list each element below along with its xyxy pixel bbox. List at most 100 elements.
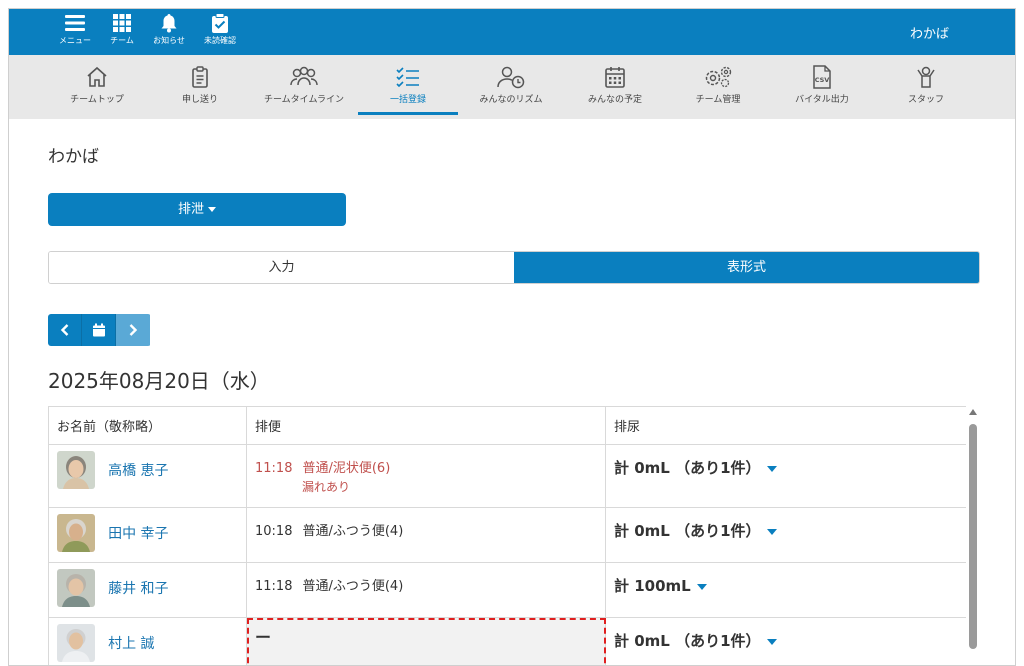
hamburger-icon xyxy=(65,15,85,31)
tab-table-view[interactable]: 表形式 xyxy=(514,252,979,283)
urine-total-dropdown[interactable]: 計 0mL （あり1件） xyxy=(605,444,966,508)
urine-total: 計 100mL xyxy=(614,577,691,595)
stool-record: 普通/ふつう便(4) xyxy=(302,579,404,594)
nav-label: 申し送り xyxy=(181,95,218,105)
resident-name-link[interactable]: 田中 幸子 xyxy=(108,523,168,543)
stool-record: 普通/泥状便(6) xyxy=(302,461,391,476)
urine-total-dropdown[interactable]: 計 0mL （あり1件） xyxy=(605,507,966,563)
calendar-icon xyxy=(605,67,625,88)
resident-cell: 高橋 恵子 xyxy=(48,444,247,508)
table-row: 高橋 恵子 11:18 普通/泥状便(6) 漏れあり 計 0mL （あり1件） xyxy=(48,444,966,508)
nav-handover[interactable]: 申し送り xyxy=(150,55,250,119)
clipboard-icon xyxy=(192,66,208,88)
caret-down-icon xyxy=(208,207,216,212)
next-day-button[interactable] xyxy=(116,314,150,346)
stool-empty-value: ー xyxy=(255,628,272,647)
avatar xyxy=(57,569,95,607)
resident-cell: 田中 幸子 xyxy=(48,507,247,563)
nav-label: チームタイムライン xyxy=(263,95,345,105)
stool-time: 11:18 xyxy=(255,579,293,594)
header-stool: 排便 xyxy=(246,406,606,445)
checklist-icon xyxy=(396,67,419,88)
clipboard-check-icon xyxy=(212,13,228,33)
avatar xyxy=(57,624,95,662)
chevron-right-icon xyxy=(129,324,138,336)
app-frame: メニュー チーム お知らせ 未読確認 わかば チームトップ 申し送り チームタイ… xyxy=(8,8,1016,666)
nav-team-top[interactable]: チームトップ xyxy=(47,55,147,119)
urine-total: 計 0mL （あり1件） xyxy=(614,459,761,477)
nav-everyone-rhythm[interactable]: みんなのリズム xyxy=(461,55,561,119)
scrollbar-thumb[interactable] xyxy=(969,424,977,649)
nav-bar: チームトップ 申し送り チームタイムライン 一括登録 みんなのリズム みんなの予… xyxy=(9,55,1015,119)
resident-cell: 藤井 和子 xyxy=(48,562,247,618)
team-button[interactable]: チーム xyxy=(102,13,142,53)
nav-vital-export[interactable]: CSV バイタル出力 xyxy=(772,55,872,119)
table-row: 村上 誠 ー 計 0mL （あり1件） xyxy=(48,617,966,665)
stool-cell[interactable]: 11:18 普通/泥状便(6) 漏れあり xyxy=(246,444,606,508)
resident-name-link[interactable]: 村上 誠 xyxy=(108,633,154,653)
nav-label: チーム管理 xyxy=(695,95,741,105)
resident-name-link[interactable]: 高橋 恵子 xyxy=(108,460,168,480)
caret-down-icon xyxy=(766,528,777,535)
calendar-picker-button[interactable] xyxy=(82,314,116,346)
avatar xyxy=(57,451,95,489)
scroll-up-arrow-icon[interactable] xyxy=(969,409,977,415)
top-bar: メニュー チーム お知らせ 未読確認 わかば xyxy=(9,9,1015,55)
csv-file-icon: CSV xyxy=(813,65,831,89)
nav-label: みんなの予定 xyxy=(587,95,642,105)
team-name-label: わかば xyxy=(909,27,949,42)
urine-total: 計 0mL （あり1件） xyxy=(614,632,761,650)
home-icon xyxy=(87,66,107,87)
excretion-table: お名前（敬称略） 排便 排尿 高橋 恵子 11:18 普通/泥状便(6) 漏れあ… xyxy=(48,406,966,665)
view-tabs: 入力 表形式 xyxy=(48,251,980,284)
table-header-row: お名前（敬称略） 排便 排尿 xyxy=(48,406,966,445)
nav-label: チームトップ xyxy=(70,95,124,105)
menu-button[interactable]: メニュー xyxy=(55,13,95,53)
nav-staff[interactable]: スタッフ xyxy=(876,55,976,119)
svg-text:CSV: CSV xyxy=(815,76,830,84)
resident-name-link[interactable]: 藤井 和子 xyxy=(108,578,168,598)
gears-icon xyxy=(705,66,732,88)
table-row: 藤井 和子 11:18 普通/ふつう便(4) 計 100mL xyxy=(48,562,966,618)
unread-button[interactable]: 未読確認 xyxy=(200,13,240,53)
resident-cell: 村上 誠 xyxy=(48,617,247,665)
urine-total-dropdown[interactable]: 計 0mL （あり1件） xyxy=(605,617,966,665)
table-scrollbar[interactable] xyxy=(967,409,979,659)
nav-label: みんなのリズム xyxy=(479,95,543,105)
stool-cell[interactable]: 11:18 普通/ふつう便(4) xyxy=(246,562,606,618)
caret-down-icon xyxy=(696,583,707,590)
stool-time: 11:18 xyxy=(255,461,293,476)
urine-total: 計 0mL （あり1件） xyxy=(614,522,761,540)
stool-cell-empty[interactable]: ー xyxy=(246,617,606,665)
urine-total-dropdown[interactable]: 計 100mL xyxy=(605,562,966,618)
nav-everyone-schedule[interactable]: みんなの予定 xyxy=(565,55,665,119)
date-navigation xyxy=(48,314,151,346)
header-name: お名前（敬称略） xyxy=(48,406,247,445)
bell-icon xyxy=(161,14,177,33)
stool-cell[interactable]: 10:18 普通/ふつう便(4) xyxy=(246,507,606,563)
nav-team-timeline[interactable]: チームタイムライン xyxy=(254,55,354,119)
person-clock-icon xyxy=(497,66,525,89)
nav-label: スタッフ xyxy=(907,95,944,105)
nav-label: 一括登録 xyxy=(389,95,426,105)
people-icon xyxy=(290,66,318,86)
date-heading: 2025年08月20日（水） xyxy=(48,369,270,393)
caret-down-icon xyxy=(766,465,777,472)
caret-down-icon xyxy=(766,638,777,645)
category-dropdown-button[interactable]: 排泄 xyxy=(48,193,346,226)
tab-input[interactable]: 入力 xyxy=(49,252,514,283)
stool-note: 漏れあり xyxy=(302,480,351,494)
table-row: 田中 幸子 10:18 普通/ふつう便(4) 計 0mL （あり1件） xyxy=(48,507,966,563)
page-title: わかば xyxy=(48,147,99,167)
notice-button[interactable]: お知らせ xyxy=(149,13,189,53)
chevron-left-icon xyxy=(60,324,68,336)
category-label: 排泄 xyxy=(177,202,204,217)
calendar-icon xyxy=(92,323,105,337)
grid-icon xyxy=(113,14,131,32)
prev-day-button[interactable] xyxy=(48,314,82,346)
nav-team-management[interactable]: チーム管理 xyxy=(668,55,768,119)
header-urine: 排尿 xyxy=(605,406,966,445)
nav-label: バイタル出力 xyxy=(795,95,849,105)
nav-bulk-register[interactable]: 一括登録 xyxy=(358,55,458,119)
excretion-table-container: お名前（敬称略） 排便 排尿 高橋 恵子 11:18 普通/泥状便(6) 漏れあ… xyxy=(48,406,966,665)
